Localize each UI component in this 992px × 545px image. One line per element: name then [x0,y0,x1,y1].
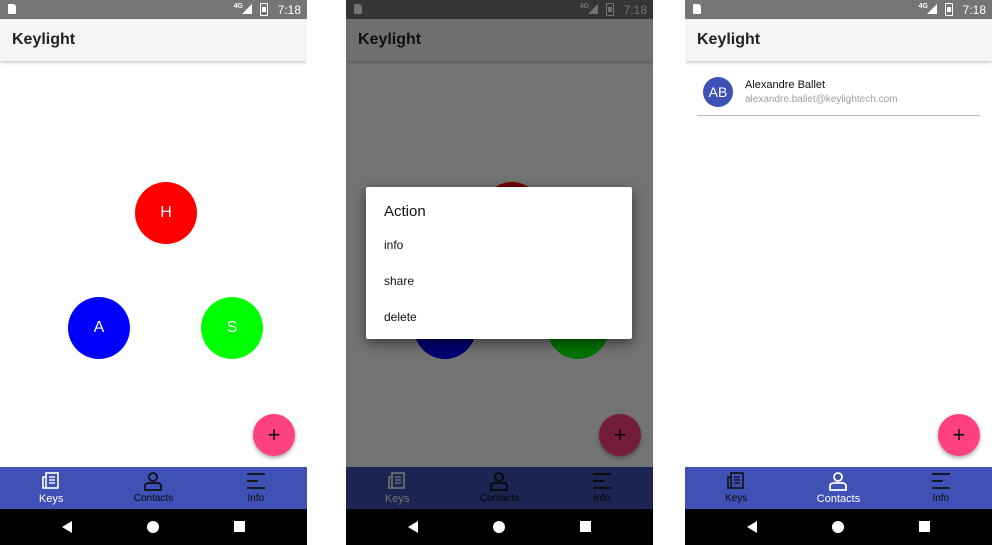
phone-screen-contacts: 4G 7:18 Keylight AB Alexandre Ballet ale… [685,0,992,545]
plus-icon: + [952,422,966,447]
system-navigation-bar [346,509,653,545]
key-circle-h[interactable]: H [135,182,197,244]
clock: 7:18 [277,3,301,17]
nav-label-keys: Keys [38,493,64,505]
nav-tab-contacts[interactable]: Contacts [102,467,204,509]
bottom-navigation: Keys Contacts Info [0,467,307,509]
phone-screen-action-dialog: 4G 7:18 Keylight H A S + Keys [346,0,653,545]
avatar: AB [703,77,733,107]
status-bar: 4G 7:18 [0,0,307,19]
nav-tab-keys[interactable]: Keys [685,467,787,509]
contact-list-item[interactable]: AB Alexandre Ballet alexandre.ballet@key… [697,75,980,116]
key-circle-s[interactable]: S [201,297,263,359]
app-bar: Keylight [0,19,307,61]
back-triangle-icon[interactable] [62,521,72,533]
keys-tab-icon [727,472,744,489]
dialog-option-info[interactable]: info [384,238,403,252]
nav-tab-info[interactable]: Info [890,467,992,509]
info-lines-icon [246,473,265,489]
info-lines-icon [931,473,950,489]
nav-label-contacts: Contacts [816,493,861,505]
keys-tab-icon [42,472,59,489]
recent-square-icon[interactable] [580,521,591,532]
status-bar: 4G 7:18 [685,0,992,19]
app-bar: Keylight [685,19,992,61]
home-circle-icon[interactable] [493,521,505,533]
nav-tab-keys[interactable]: Keys [0,467,102,509]
key-circle-a[interactable]: A [68,297,130,359]
contact-name: Alexandre Ballet [745,79,826,91]
home-circle-icon[interactable] [147,521,159,533]
bottom-navigation: Keys Contacts Info [685,467,992,509]
battery-icon [260,3,268,16]
plus-icon: + [267,422,281,447]
action-dialog: Action info share delete [366,187,632,339]
nav-tab-contacts[interactable]: Contacts [787,467,889,509]
nav-label-keys: Keys [725,493,748,504]
add-contact-fab-button[interactable]: + [938,414,980,456]
recent-square-icon[interactable] [234,521,245,532]
nav-label-info: Info [247,493,265,504]
nav-tab-info[interactable]: Info [205,467,307,509]
signal-icon [927,4,937,14]
battery-icon [945,3,953,16]
person-icon [144,472,163,491]
key-letter: A [93,319,105,336]
dialog-title: Action [384,203,426,220]
sd-card-icon [8,4,16,14]
app-title: Keylight [12,31,76,48]
contact-email: alexandre.ballet@keylightech.com [745,94,898,105]
contacts-list: AB Alexandre Ballet alexandre.ballet@key… [685,61,992,467]
keys-canvas: H A S + [0,61,307,467]
phone-screen-keys: 4G 7:18 Keylight H A S + Keys Contacts I… [0,0,307,545]
dialog-option-share[interactable]: share [384,274,414,288]
home-circle-icon[interactable] [832,521,844,533]
key-letter: H [160,204,172,221]
system-navigation-bar [685,509,992,545]
back-triangle-icon[interactable] [747,521,757,533]
recent-square-icon[interactable] [919,521,930,532]
nav-label-contacts: Contacts [133,493,174,504]
key-letter: S [226,319,238,336]
dialog-option-delete[interactable]: delete [384,310,417,324]
nav-label-info: Info [932,493,950,504]
system-navigation-bar [0,509,307,545]
person-icon [829,472,848,491]
app-title: Keylight [697,31,761,48]
back-triangle-icon[interactable] [408,521,418,533]
sd-card-icon [693,4,701,14]
clock: 7:18 [962,3,986,17]
add-fab-button[interactable]: + [253,414,295,456]
signal-icon [242,4,252,14]
